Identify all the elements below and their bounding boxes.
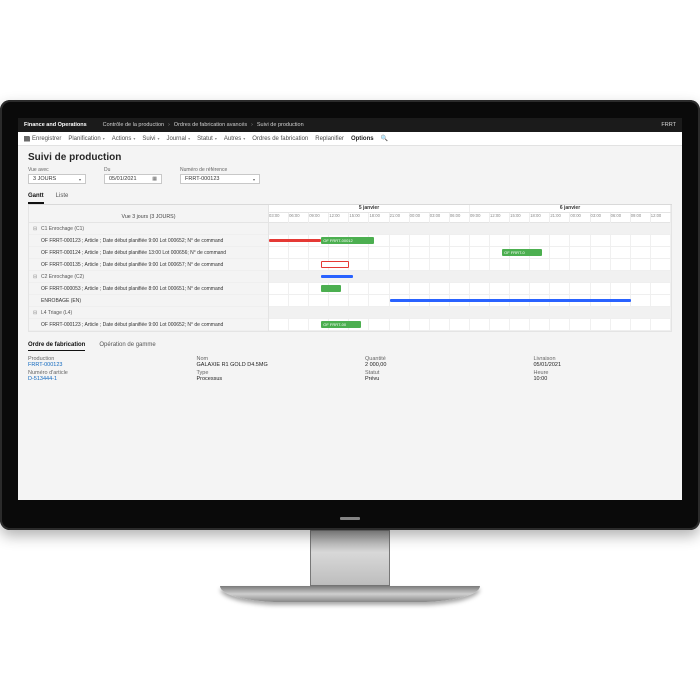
chevron-down-icon: ▾ bbox=[215, 136, 217, 141]
reference-label: Numéro de référence bbox=[180, 167, 260, 173]
gantt-timeline-row bbox=[269, 307, 671, 319]
crumb-3[interactable]: Suivi de production bbox=[257, 122, 304, 128]
from-date-label: Du bbox=[104, 167, 162, 173]
chevron-down-icon: ▾ bbox=[133, 136, 135, 141]
gantt-chart: Vue 3 jours (3 JOURS) ⊟C1 Enrochage (C1)… bbox=[28, 205, 672, 332]
gantt-task-row[interactable]: OF FRRT-000123 ; Article ; Date début pl… bbox=[29, 235, 268, 247]
chevron-right-icon: › bbox=[251, 122, 253, 128]
gantt-task-row[interactable]: ENROBAGE (EN) bbox=[29, 295, 268, 307]
val-type: Processus bbox=[197, 376, 336, 382]
ribbon-replanifier[interactable]: Replanifier bbox=[315, 136, 344, 142]
gantt-bar[interactable] bbox=[390, 299, 631, 302]
calendar-icon: ▦ bbox=[152, 176, 157, 182]
action-ribbon: Enregistrer Planification▾ Actions▾ Suiv… bbox=[18, 132, 682, 146]
gantt-task-row[interactable]: OF FRRT-000053 ; Article ; Date début pl… bbox=[29, 283, 268, 295]
gantt-row-label: OF FRRT-000123 ; Article ; Date début pl… bbox=[41, 238, 223, 244]
collapse-icon[interactable]: ⊟ bbox=[33, 310, 39, 316]
val-nom: GALAXIE R1 GOLD D4.5MG bbox=[197, 362, 336, 368]
crumb-1[interactable]: Contrôle de la production bbox=[103, 122, 164, 128]
chevron-down-icon: ▾ bbox=[103, 136, 105, 141]
gantt-timeline-row: OF FRRT-0 bbox=[269, 247, 671, 259]
gantt-row-label: OF FRRT-000135 ; Article ; Date début pl… bbox=[41, 262, 223, 268]
tab-gantt[interactable]: Gantt bbox=[28, 190, 44, 204]
ribbon-journal[interactable]: Journal▾ bbox=[166, 136, 190, 142]
ribbon-autres[interactable]: Autres▾ bbox=[224, 136, 245, 142]
ribbon-suivi[interactable]: Suivi▾ bbox=[142, 136, 159, 142]
legal-entity[interactable]: FRRT bbox=[661, 122, 676, 128]
val-qty: 2 000,00 bbox=[365, 362, 504, 368]
collapse-icon[interactable]: ⊟ bbox=[33, 274, 39, 280]
ribbon-options[interactable]: Options bbox=[351, 136, 374, 142]
chevron-down-icon: ▾ bbox=[188, 136, 190, 141]
collapse-icon[interactable]: ⊟ bbox=[33, 226, 39, 232]
reference-select[interactable]: FRRT-000123▾ bbox=[180, 174, 260, 184]
gantt-bar[interactable] bbox=[269, 239, 321, 242]
ribbon-statut[interactable]: Statut▾ bbox=[197, 136, 217, 142]
val-livraison: 05/01/2021 bbox=[534, 362, 673, 368]
chevron-down-icon: ▾ bbox=[157, 136, 159, 141]
gantt-row-label: OF FRRT-000123 ; Article ; Date début pl… bbox=[41, 322, 223, 328]
page-title: Suivi de production bbox=[28, 152, 672, 163]
gantt-row-label: OF FRRT-000053 ; Article ; Date début pl… bbox=[41, 286, 223, 292]
detail-tab-order[interactable]: Ordre de fabrication bbox=[28, 340, 85, 351]
detail-tab-operation[interactable]: Opération de gamme bbox=[99, 340, 155, 351]
from-date-input[interactable]: 05/01/2021▦ bbox=[104, 174, 162, 184]
breadcrumb[interactable]: Contrôle de la production › Ordres de fa… bbox=[103, 122, 304, 128]
gantt-row-label: OF FRRT-000124 ; Article ; Date début pl… bbox=[41, 250, 226, 256]
view-with-field: Vue avec 3 JOURS▾ bbox=[28, 167, 86, 184]
top-bar: Finance and Operations Contrôle de la pr… bbox=[18, 118, 682, 132]
gantt-timeline-row bbox=[269, 271, 671, 283]
gantt-timeline-row bbox=[269, 283, 671, 295]
gantt-timeline-row: OF FRRT-00 bbox=[269, 319, 671, 331]
gantt-bar[interactable] bbox=[321, 275, 353, 278]
gantt-timeline-row bbox=[269, 295, 671, 307]
gantt-row-label: L4 Triage (L4) bbox=[41, 310, 72, 316]
detail-panel: Ordre de fabrication Opération de gamme … bbox=[28, 340, 672, 382]
view-with-select[interactable]: 3 JOURS▾ bbox=[28, 174, 86, 184]
save-icon bbox=[24, 136, 30, 142]
gantt-timeline[interactable]: 5 janvier6 janvier 03:0006:0009:0012:001… bbox=[269, 205, 671, 331]
view-tabs: Gantt Liste bbox=[28, 190, 672, 205]
crumb-2[interactable]: Ordres de fabrication avancés bbox=[174, 122, 247, 128]
gantt-bar[interactable]: OF FRRT-00012 bbox=[321, 237, 373, 244]
gantt-timeline-row: OF FRRT-00012 bbox=[269, 235, 671, 247]
ribbon-ordres[interactable]: Ordres de fabrication bbox=[252, 136, 308, 142]
chevron-down-icon: ▾ bbox=[243, 136, 245, 141]
tab-liste[interactable]: Liste bbox=[56, 190, 69, 204]
chevron-right-icon: › bbox=[168, 122, 170, 128]
save-button[interactable]: Enregistrer bbox=[24, 136, 61, 142]
search-icon[interactable]: 🔍 bbox=[381, 135, 388, 142]
filter-bar: Vue avec 3 JOURS▾ Du 05/01/2021▦ Numéro … bbox=[28, 167, 672, 184]
reference-field: Numéro de référence FRRT-000123▾ bbox=[180, 167, 260, 184]
gantt-bar[interactable] bbox=[321, 285, 341, 292]
chevron-down-icon: ▾ bbox=[253, 177, 255, 182]
gantt-task-row[interactable]: OF FRRT-000123 ; Article ; Date début pl… bbox=[29, 319, 268, 331]
ribbon-planification[interactable]: Planification▾ bbox=[68, 136, 104, 142]
app-screen: Finance and Operations Contrôle de la pr… bbox=[18, 118, 682, 500]
chevron-down-icon: ▾ bbox=[79, 177, 81, 182]
gantt-row-label: C1 Enrochage (C1) bbox=[41, 226, 84, 232]
view-with-label: Vue avec bbox=[28, 167, 86, 173]
gantt-bar[interactable]: OF FRRT-00 bbox=[321, 321, 361, 328]
gantt-group-row[interactable]: ⊟C1 Enrochage (C1) bbox=[29, 223, 268, 235]
val-article[interactable]: D-513444-1 bbox=[28, 376, 167, 382]
gantt-task-row[interactable]: OF FRRT-000124 ; Article ; Date début pl… bbox=[29, 247, 268, 259]
gantt-left-header: Vue 3 jours (3 JOURS) bbox=[29, 205, 268, 223]
gantt-bar[interactable] bbox=[321, 261, 349, 268]
gantt-group-row[interactable]: ⊟L4 Triage (L4) bbox=[29, 307, 268, 319]
val-production[interactable]: FRRT-000123 bbox=[28, 362, 167, 368]
gantt-row-headers: Vue 3 jours (3 JOURS) ⊟C1 Enrochage (C1)… bbox=[29, 205, 269, 331]
gantt-row-label: ENROBAGE (EN) bbox=[41, 298, 81, 304]
gantt-group-row[interactable]: ⊟C2 Enrochage (C2) bbox=[29, 271, 268, 283]
val-statut: Prévu bbox=[365, 376, 504, 382]
gantt-timeline-row bbox=[269, 259, 671, 271]
ribbon-actions[interactable]: Actions▾ bbox=[112, 136, 136, 142]
val-heure: 10:00 bbox=[534, 376, 673, 382]
app-brand: Finance and Operations bbox=[24, 122, 87, 128]
gantt-timeline-row bbox=[269, 223, 671, 235]
gantt-bar[interactable]: OF FRRT-0 bbox=[502, 249, 542, 256]
gantt-row-label: C2 Enrochage (C2) bbox=[41, 274, 84, 280]
from-date-field: Du 05/01/2021▦ bbox=[104, 167, 162, 184]
gantt-task-row[interactable]: OF FRRT-000135 ; Article ; Date début pl… bbox=[29, 259, 268, 271]
